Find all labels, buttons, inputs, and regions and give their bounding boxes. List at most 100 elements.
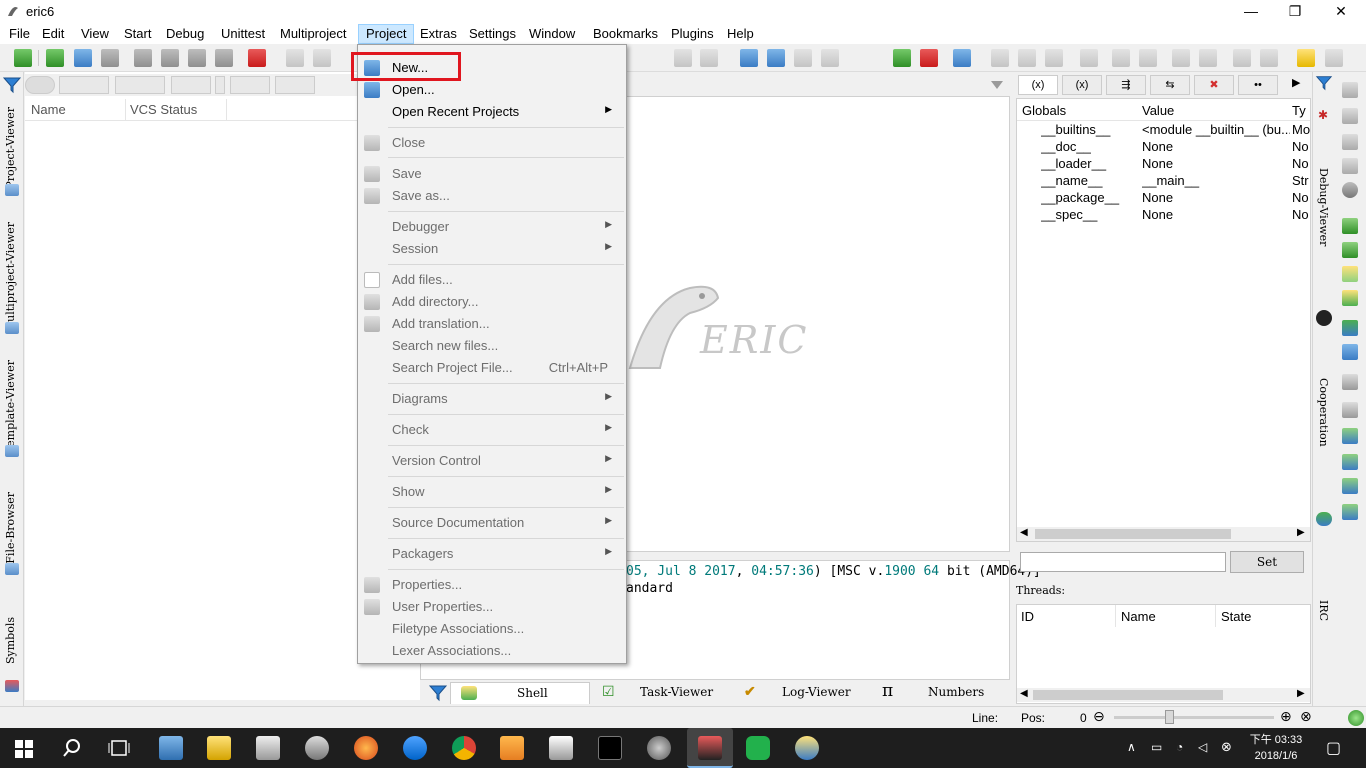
paint-app-icon[interactable] xyxy=(795,736,819,760)
dv-tab-more[interactable]: •• xyxy=(1238,75,1278,95)
step-back-icon[interactable] xyxy=(1139,49,1157,67)
plugin-icon[interactable] xyxy=(1342,504,1358,520)
menu-item-show[interactable]: Show ▶ xyxy=(358,481,626,503)
print-icon[interactable] xyxy=(74,49,92,67)
terminal-icon[interactable] xyxy=(598,736,622,760)
tab-task-viewer[interactable]: ☑ Task-Viewer xyxy=(592,682,732,704)
menu-item-open[interactable]: Open... xyxy=(358,79,626,101)
plugin-icon[interactable] xyxy=(1342,454,1358,470)
table-row[interactable]: __spec__ None No xyxy=(1017,207,1310,224)
zoom-slider-track[interactable] xyxy=(1114,716,1274,719)
column-thread-name[interactable]: Name xyxy=(1121,609,1156,624)
upload-icon[interactable] xyxy=(953,49,971,67)
tab-cooperation[interactable]: Cooperation xyxy=(1317,378,1330,447)
dv-tab-callstack[interactable]: ⇶ xyxy=(1106,75,1146,95)
sql-browser-icon[interactable] xyxy=(1342,374,1358,390)
pv-tab-sources[interactable] xyxy=(25,76,55,94)
notification-icon[interactable]: ▢ xyxy=(1326,738,1341,758)
line-app-icon[interactable] xyxy=(746,736,770,760)
diff-icon[interactable] xyxy=(1342,320,1358,336)
new-window-icon[interactable] xyxy=(46,49,64,67)
tab-project-viewer[interactable]: Project-Viewer xyxy=(0,102,24,212)
add-project-icon[interactable] xyxy=(740,49,758,67)
tab-irc[interactable]: IRC xyxy=(1317,600,1330,621)
tab-symbols[interactable]: Symbols xyxy=(0,612,24,702)
pv-tab-idl[interactable] xyxy=(230,76,270,94)
eric-taskbar-button[interactable] xyxy=(687,728,733,768)
task-view-icon[interactable] xyxy=(108,738,130,758)
tab-file-browser[interactable]: File-Browser xyxy=(0,487,24,582)
menu-item-search-project-file[interactable]: Search Project File... Ctrl+Alt+P xyxy=(358,357,626,379)
menu-item-packagers[interactable]: Packagers ▶ xyxy=(358,543,626,565)
menu-bookmarks[interactable]: Bookmarks xyxy=(586,24,665,44)
plugin-icon[interactable] xyxy=(1342,428,1358,444)
tool-icon[interactable] xyxy=(1342,82,1358,98)
tab-debug-viewer[interactable]: Debug-Viewer xyxy=(1317,168,1330,246)
menu-view[interactable]: View xyxy=(74,24,116,44)
filter-icon[interactable] xyxy=(428,684,448,702)
menu-item-session[interactable]: Session ▶ xyxy=(358,238,626,260)
menu-file[interactable]: File xyxy=(2,24,37,44)
dv-tab-globals[interactable]: (x) xyxy=(1018,75,1058,95)
menu-item-properties[interactable]: Properties... xyxy=(358,574,626,596)
bookmark-next-icon[interactable] xyxy=(1045,49,1063,67)
menu-item-source-documentation[interactable]: Source Documentation ▶ xyxy=(358,512,626,534)
zoom-reset-icon[interactable]: ⊗ xyxy=(1300,708,1312,725)
tab-log-viewer[interactable]: ✔ Log-Viewer xyxy=(734,682,874,704)
close-project-icon[interactable] xyxy=(794,49,812,67)
search-icon[interactable] xyxy=(674,49,692,67)
menu-unittest[interactable]: Unittest xyxy=(214,24,272,44)
save-icon[interactable] xyxy=(134,49,152,67)
set-button[interactable]: Set xyxy=(1230,551,1304,573)
menu-item-close[interactable]: Close xyxy=(358,132,626,154)
zoom-slider-thumb[interactable] xyxy=(1165,710,1174,724)
tab-scroll-right-icon[interactable]: ▶ xyxy=(1292,76,1300,89)
file-explorer-icon[interactable] xyxy=(207,736,231,760)
gear-icon[interactable] xyxy=(1342,182,1358,198)
menu-item-lexer-associations[interactable]: Lexer Associations... xyxy=(358,640,626,662)
calculator-icon[interactable] xyxy=(256,736,280,760)
close-circle-icon[interactable]: ⊗ xyxy=(1221,739,1232,755)
close-file-icon[interactable] xyxy=(101,49,119,67)
column-state[interactable]: State xyxy=(1221,609,1251,624)
column-vcs-status[interactable]: VCS Status xyxy=(130,102,197,117)
windows-start-icon[interactable] xyxy=(15,740,33,758)
menu-edit[interactable]: Edit xyxy=(35,24,71,44)
bookmark-prev-icon[interactable] xyxy=(1018,49,1036,67)
table-row[interactable]: __name__ __main__ Str xyxy=(1017,173,1310,190)
menu-debug[interactable]: Debug xyxy=(159,24,211,44)
menu-help[interactable]: Help xyxy=(720,24,761,44)
warning-prev-icon[interactable] xyxy=(1260,49,1278,67)
volume-icon[interactable]: ◁ xyxy=(1198,740,1207,754)
filter-icon[interactable] xyxy=(1315,74,1333,92)
undo-icon[interactable] xyxy=(286,49,304,67)
warning-next-icon[interactable] xyxy=(1233,49,1251,67)
compare-icon[interactable] xyxy=(1342,344,1358,360)
table-row[interactable]: __package__ None No xyxy=(1017,190,1310,207)
search-files-icon[interactable] xyxy=(700,49,718,67)
menu-item-version-control[interactable]: Version Control ▶ xyxy=(358,450,626,472)
threads-horizontal-scrollbar[interactable]: ◀ ▶ xyxy=(1017,688,1310,702)
menu-item-check[interactable]: Check ▶ xyxy=(358,419,626,441)
tool-icon[interactable] xyxy=(1342,108,1358,124)
scroll-left-icon[interactable]: ◀ xyxy=(1020,688,1028,699)
stop-icon[interactable] xyxy=(920,49,938,67)
wrench-icon[interactable] xyxy=(1342,134,1358,150)
tab-numbers[interactable]: π Numbers xyxy=(876,681,1006,704)
menu-item-save[interactable]: Save xyxy=(358,163,626,185)
edge-icon[interactable] xyxy=(403,736,427,760)
qt-designer-icon[interactable] xyxy=(1342,218,1358,234)
table-row[interactable]: __builtins__ <module __builtin__ (bu... … xyxy=(1017,122,1310,139)
scroll-left-icon[interactable]: ◀ xyxy=(1020,527,1028,538)
exit-icon[interactable] xyxy=(248,49,266,67)
table-row[interactable]: __loader__ None No xyxy=(1017,156,1310,173)
download-icon[interactable] xyxy=(893,49,911,67)
menu-project[interactable]: Project xyxy=(358,24,415,44)
step-forward-icon[interactable] xyxy=(1112,49,1130,67)
column-globals[interactable]: Globals xyxy=(1022,103,1066,118)
menu-start[interactable]: Start xyxy=(117,24,158,44)
plugin-icon[interactable] xyxy=(1342,478,1358,494)
column-name[interactable]: Name xyxy=(31,102,66,117)
scroll-right-icon[interactable]: ▶ xyxy=(1297,688,1305,699)
pv-tab-resources[interactable] xyxy=(115,76,165,94)
